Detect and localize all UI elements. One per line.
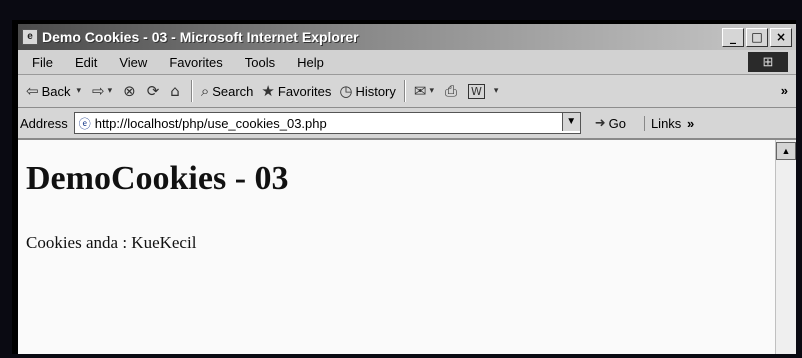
history-label: History: [355, 83, 396, 99]
toolbar-separator: [190, 80, 193, 102]
menu-favorites[interactable]: Favorites: [169, 55, 222, 70]
window-title: Demo Cookies - 03 - Microsoft Internet E…: [42, 29, 359, 45]
menu-help[interactable]: Help: [297, 55, 324, 70]
menu-bar: File Edit View Favorites Tools Help ⊞: [18, 50, 796, 75]
address-label: Address: [20, 115, 68, 131]
refresh-icon: ⟳: [146, 82, 160, 100]
home-button[interactable]: ⌂: [170, 82, 183, 100]
search-icon: ⌕: [200, 82, 210, 100]
windows-logo-icon: ⊞: [748, 52, 788, 72]
print-button[interactable]: ⎙: [445, 82, 460, 100]
mail-icon: ✉: [413, 82, 427, 100]
refresh-button[interactable]: ⟳: [147, 82, 163, 100]
favorites-label: Favorites: [277, 83, 332, 99]
home-icon: ⌂: [170, 82, 180, 100]
chevron-down-icon[interactable]: ▾: [429, 86, 434, 96]
back-button[interactable]: ⇦ Back ▾: [26, 82, 84, 100]
address-dropdown-button[interactable]: ▼: [561, 113, 580, 131]
menu-tools[interactable]: Tools: [245, 55, 275, 70]
stop-icon: ⊗: [123, 82, 136, 100]
menu-edit[interactable]: Edit: [75, 55, 97, 70]
menu-view[interactable]: View: [119, 55, 147, 70]
search-label: Search: [212, 83, 254, 99]
chevron-down-icon[interactable]: ▾: [76, 86, 81, 96]
address-url: http://localhost/php/use_cookies_03.php: [94, 115, 327, 131]
vertical-scrollbar[interactable]: ▲: [775, 140, 796, 354]
search-button[interactable]: ⌕ Search: [201, 82, 254, 100]
forward-button[interactable]: ⇨ ▾: [92, 82, 115, 100]
menu-file[interactable]: File: [32, 55, 53, 70]
scroll-up-button[interactable]: ▲: [776, 142, 796, 160]
stop-button[interactable]: ⊗: [123, 82, 139, 100]
links-label: Links: [650, 115, 682, 131]
standard-toolbar: ⇦ Back ▾ ⇨ ▾ ⊗ ⟳ ⌂ ⌕ Search ★ Favorites …: [18, 75, 796, 108]
toolbar-overflow-icon[interactable]: »: [781, 83, 788, 98]
page-heading: DemoCookies - 03: [26, 160, 289, 197]
address-input[interactable]: ⓔ http://localhost/php/use_cookies_03.ph…: [73, 112, 581, 134]
favorites-button[interactable]: ★ Favorites: [261, 82, 331, 100]
window-controls: _ □ ×: [722, 28, 792, 47]
back-arrow-icon: ⇦: [26, 82, 39, 100]
page-content: DemoCookies - 03 Cookies anda : KueKecil: [18, 140, 796, 354]
back-label: Back: [41, 83, 71, 99]
edit-button[interactable]: W ▾: [468, 83, 501, 99]
favorites-icon: ★: [261, 82, 275, 100]
history-icon: ◷: [339, 82, 353, 100]
cookie-value-text: Cookies anda : KueKecil: [26, 233, 197, 252]
links-overflow-icon: »: [686, 115, 695, 131]
go-arrow-icon: ➜: [594, 115, 606, 131]
chevron-down-icon[interactable]: ▾: [494, 86, 499, 96]
minimize-button[interactable]: _: [722, 28, 744, 47]
toolbar-separator: [403, 80, 406, 102]
browser-window: e Demo Cookies - 03 - Microsoft Internet…: [12, 20, 796, 354]
word-edit-icon: W: [468, 83, 485, 99]
address-bar: Address ⓔ http://localhost/php/use_cooki…: [18, 108, 796, 140]
forward-arrow-icon: ⇨: [92, 82, 105, 100]
ie-page-icon: e: [22, 29, 38, 45]
title-bar[interactable]: e Demo Cookies - 03 - Microsoft Internet…: [18, 24, 796, 50]
maximize-button[interactable]: □: [746, 28, 768, 47]
page-icon: ⓔ: [78, 116, 91, 131]
go-button[interactable]: ➜ Go: [595, 116, 626, 131]
chevron-down-icon[interactable]: ▾: [108, 86, 113, 96]
links-button[interactable]: Links »: [643, 115, 695, 131]
go-label: Go: [608, 115, 626, 131]
history-button[interactable]: ◷ History: [339, 82, 396, 100]
print-icon: ⎙: [445, 82, 458, 100]
close-button[interactable]: ×: [770, 28, 792, 47]
mail-button[interactable]: ✉ ▾: [414, 82, 437, 100]
